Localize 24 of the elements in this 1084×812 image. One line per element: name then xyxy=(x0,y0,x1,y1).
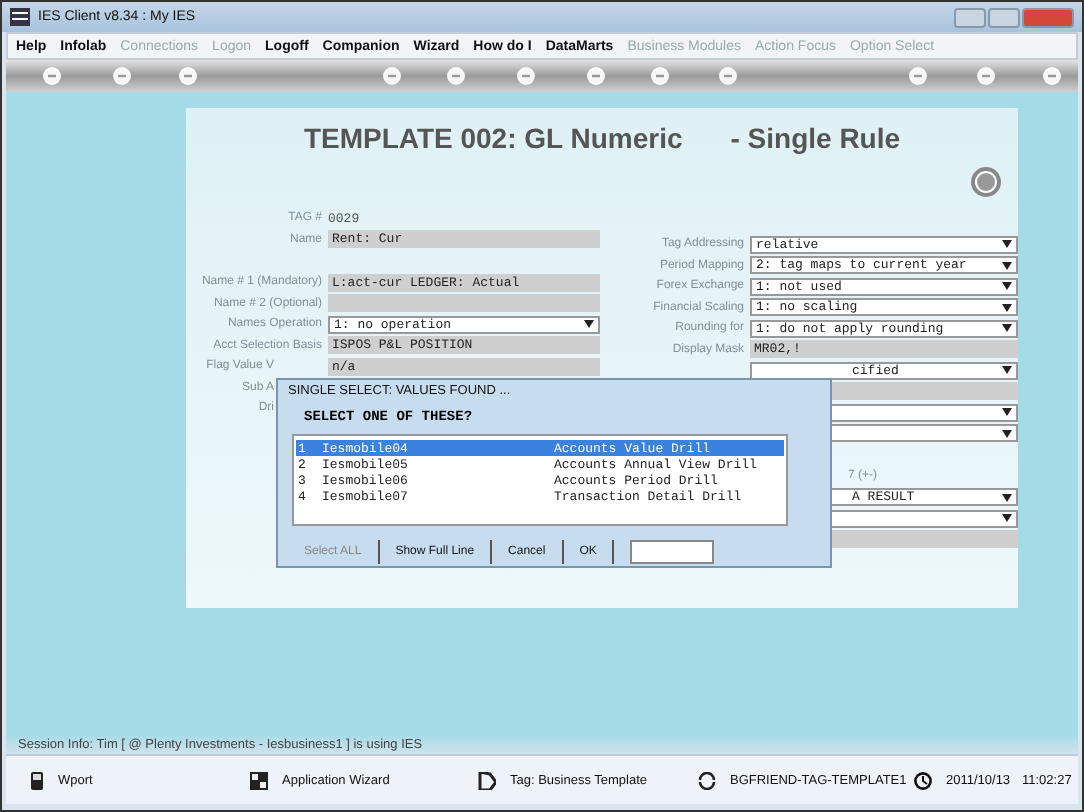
caret-icon xyxy=(1002,261,1012,270)
caret-icon xyxy=(584,320,594,329)
tag-icon xyxy=(478,771,496,789)
caret-icon xyxy=(1002,493,1012,502)
caret-icon xyxy=(1002,282,1012,291)
caret-icon xyxy=(1002,366,1012,375)
minimize-button[interactable] xyxy=(954,7,986,27)
text-field[interactable] xyxy=(328,294,600,313)
wizard-icon xyxy=(250,771,268,789)
close-button[interactable] xyxy=(1022,7,1074,27)
sync-icon xyxy=(698,771,716,789)
caret-icon xyxy=(1002,303,1012,312)
form-title: TEMPLATE 002: GL Numeric xyxy=(303,122,683,154)
phone-icon xyxy=(30,771,44,789)
clock-icon xyxy=(914,771,932,789)
caret-icon xyxy=(1002,240,1012,249)
caret-icon xyxy=(1002,429,1012,438)
caret-icon xyxy=(1002,324,1012,333)
app-icon xyxy=(10,8,30,26)
input-field[interactable] xyxy=(630,540,715,565)
maximize-button[interactable] xyxy=(988,7,1020,27)
form-subtitle: - Single Rule xyxy=(730,122,901,154)
caret-icon xyxy=(1002,514,1012,523)
caret-icon xyxy=(1002,408,1012,417)
